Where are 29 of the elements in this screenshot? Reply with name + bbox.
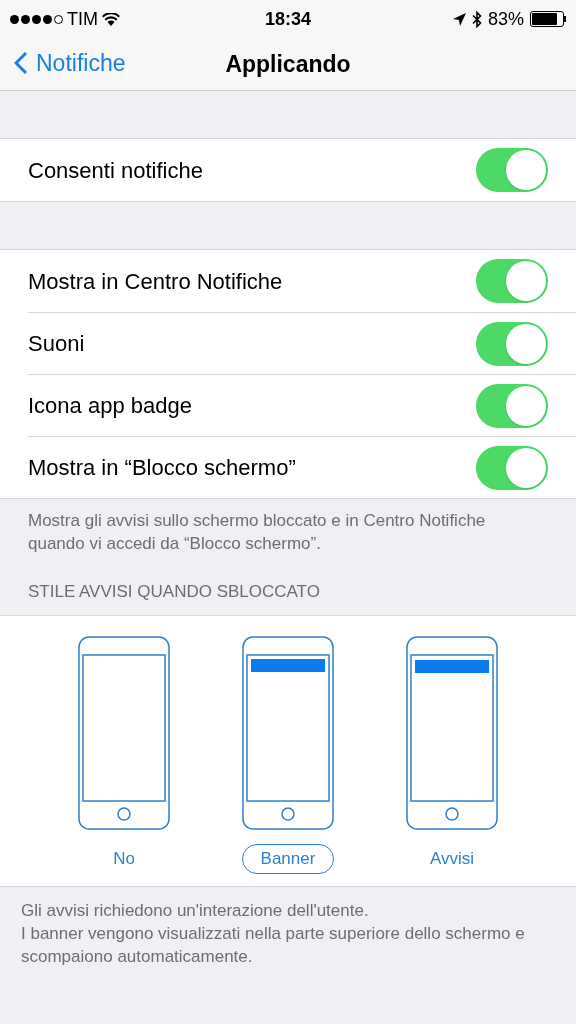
wifi-icon <box>102 12 120 26</box>
setting-label: Suoni <box>28 330 86 358</box>
page-title: Applicando <box>225 49 351 79</box>
setting-label: Mostra in “Blocco schermo” <box>28 454 297 482</box>
toggle-switch[interactable] <box>476 321 548 366</box>
chevron-left-icon <box>14 51 28 76</box>
phone-icon <box>78 635 170 830</box>
bluetooth-icon <box>472 10 482 28</box>
style-option[interactable]: No <box>94 843 154 874</box>
setting-label: Consenti notifiche <box>28 156 204 185</box>
toggle-switch[interactable] <box>476 445 548 490</box>
section-header: STILE AVVISI QUANDO SBLOCCATO <box>27 581 321 603</box>
toggle-switch[interactable] <box>476 383 548 428</box>
clock: 18:34 <box>265 7 312 31</box>
toggle-switch[interactable] <box>476 259 548 303</box>
back-button[interactable]: Notifiche <box>14 46 126 81</box>
setting-label: Icona app badge <box>28 392 193 420</box>
battery-icon <box>530 11 566 27</box>
footer-note: Gli avvisi richiedono un'interazione dell'utente. <box>21 899 370 922</box>
carrier: TIM <box>67 7 98 31</box>
battery-percent: 83% <box>488 7 524 31</box>
location-arrow-icon <box>453 12 466 26</box>
phone-icon <box>242 635 334 830</box>
toggle-switch[interactable] <box>476 148 548 192</box>
footer-note: Mostra gli avvisi sullo schermo bloccato e in Centro Notifiche quando vi accedi da “Blocco schermo”. <box>27 510 487 555</box>
phone-icon <box>406 635 498 830</box>
footer-note: I banner vengono visualizzati nella parte superiore dello schermo e scompaiono automaticamente. <box>21 922 526 968</box>
style-option[interactable]: Avvisi <box>410 843 494 874</box>
setting-label: Mostra in Centro Notifiche <box>28 267 284 296</box>
